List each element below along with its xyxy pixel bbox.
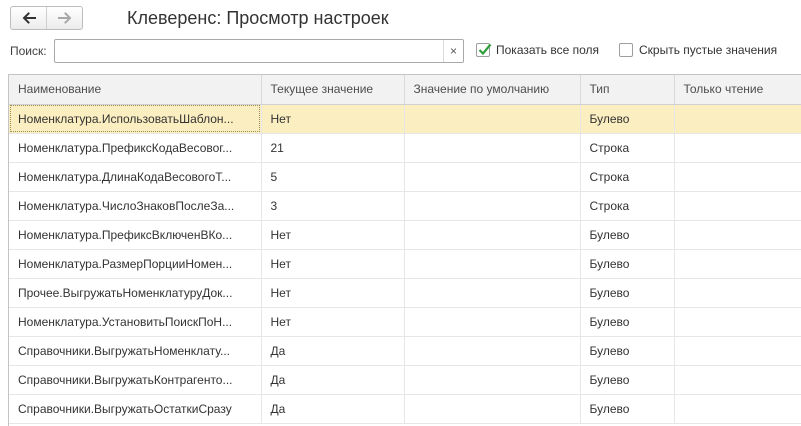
cell-type[interactable]: Булево (580, 336, 675, 366)
cell-name[interactable]: Номенклатура.ПрефиксКодаВесовог... (9, 133, 262, 163)
cell-current-value[interactable]: 5 (261, 162, 405, 192)
cell-current-value[interactable]: Нет (261, 249, 405, 279)
cell-default-value[interactable] (404, 191, 581, 221)
window-title: Клеверенс: Просмотр настроек (127, 8, 389, 28)
table-row[interactable]: Номенклатура.ПрефиксКодаВесовог... 21 Стро… (9, 133, 801, 163)
cell-type[interactable]: Строка (580, 133, 675, 163)
cell-type[interactable]: Строка (580, 162, 675, 192)
cell-default-value[interactable] (404, 336, 581, 366)
cell-current-value[interactable]: Да (261, 394, 405, 424)
cell-name[interactable]: Номенклатура.ПрефиксВключенВКо... (9, 220, 262, 250)
arrow-right-icon (57, 12, 71, 24)
cell-type[interactable]: Булево (580, 220, 675, 250)
checkbox-checked-icon (476, 43, 492, 57)
cell-read-only[interactable] (674, 278, 801, 308)
show-all-fields-checkbox[interactable]: Показать все поля (476, 43, 599, 57)
column-header-default-value[interactable]: Значение по умолчанию (404, 75, 581, 105)
cell-read-only[interactable] (674, 365, 801, 395)
back-button[interactable] (11, 7, 46, 29)
cell-default-value[interactable] (404, 220, 581, 250)
cell-name[interactable]: Номенклатура.РазмерПорцииНомен... (9, 249, 262, 279)
cell-read-only[interactable] (674, 104, 801, 134)
cell-read-only[interactable] (674, 249, 801, 279)
cell-default-value[interactable] (404, 278, 581, 308)
cell-read-only[interactable] (674, 336, 801, 366)
table-row[interactable]: Справочники.ВыгружатьНоменклату... Да Буле… (9, 336, 801, 366)
cell-read-only[interactable] (674, 220, 801, 250)
table-row[interactable]: Номенклатура.ИспользоватьШаблон... Нет Бул… (9, 104, 801, 134)
table-body: Номенклатура.ИспользоватьШаблон... Нет Бул… (9, 104, 801, 424)
cell-read-only[interactable] (674, 394, 801, 424)
cell-read-only[interactable] (674, 307, 801, 337)
cell-name[interactable]: Прочее.ВыгружатьНоменклатуруДок... (9, 278, 262, 308)
cell-type[interactable]: Строка (580, 191, 675, 221)
column-header-name[interactable]: Наименование (9, 75, 262, 105)
table-row[interactable]: Справочники.ВыгружатьОстаткиСразу Да Булев… (9, 394, 801, 424)
table-row[interactable]: Номенклатура.УстановитьПоискПоН... Нет Бул… (9, 307, 801, 337)
table-row[interactable]: Справочники.ВыгружатьКонтрагенто... Да Бул… (9, 365, 801, 395)
cell-name[interactable]: Справочники.ВыгружатьКонтрагенто... (9, 365, 262, 395)
cell-type[interactable]: Булево (580, 249, 675, 279)
cell-current-value[interactable]: 21 (261, 133, 405, 163)
navigation-buttons (10, 6, 83, 30)
cell-type[interactable]: Булево (580, 104, 675, 134)
cell-default-value[interactable] (404, 394, 581, 424)
table-row[interactable]: Номенклатура.ДлинаКодаВесовогоТ... 5 Строк… (9, 162, 801, 192)
cell-type[interactable]: Булево (580, 278, 675, 308)
hide-empty-values-checkbox[interactable]: Скрыть пустые значения (619, 43, 777, 57)
cell-name[interactable]: Номенклатура.ЧислоЗнаковПослеЗа... (9, 191, 262, 221)
table-row[interactable]: Прочее.ВыгружатьНоменклатуруДок... Нет Бул… (9, 278, 801, 308)
cell-read-only[interactable] (674, 191, 801, 221)
forward-button[interactable] (46, 7, 82, 29)
cell-name[interactable]: Номенклатура.ИспользоватьШаблон... (9, 104, 262, 134)
cell-current-value[interactable]: Да (261, 336, 405, 366)
cell-current-value[interactable]: Нет (261, 278, 405, 308)
cell-current-value[interactable]: 3 (261, 191, 405, 221)
cell-current-value[interactable]: Нет (261, 220, 405, 250)
cell-current-value[interactable]: Нет (261, 307, 405, 337)
settings-table: Наименование Текущее значение Значение п… (8, 74, 801, 426)
cell-default-value[interactable] (404, 307, 581, 337)
cell-current-value[interactable]: Нет (261, 104, 405, 134)
cell-name[interactable]: Номенклатура.УстановитьПоискПоН... (9, 307, 262, 337)
cell-type[interactable]: Булево (580, 365, 675, 395)
cell-name[interactable]: Справочники.ВыгружатьНоменклату... (9, 336, 262, 366)
cell-default-value[interactable] (404, 249, 581, 279)
cell-default-value[interactable] (404, 162, 581, 192)
show-all-fields-label: Показать все поля (496, 43, 600, 57)
cell-name[interactable]: Номенклатура.ДлинаКодаВесовогоТ... (9, 162, 262, 192)
arrow-left-icon (22, 12, 36, 24)
clear-search-button[interactable]: × (443, 40, 463, 62)
column-header-type[interactable]: Тип (580, 75, 675, 105)
hide-empty-values-label: Скрыть пустые значения (639, 43, 778, 57)
table-header-row: Наименование Текущее значение Значение п… (9, 75, 801, 105)
table-row[interactable]: Номенклатура.РазмерПорцииНомен... Нет Буле… (9, 249, 801, 279)
search-input[interactable] (55, 40, 443, 62)
cell-type[interactable]: Булево (580, 307, 675, 337)
table-row[interactable]: Номенклатура.ЧислоЗнаковПослеЗа... 3 Строк… (9, 191, 801, 221)
cell-default-value[interactable] (404, 104, 581, 134)
cell-type[interactable]: Булево (580, 394, 675, 424)
cell-read-only[interactable] (674, 162, 801, 192)
table-row[interactable]: Номенклатура.ПрефиксВключенВКо... Нет Буле… (9, 220, 801, 250)
checkbox-unchecked-icon (619, 43, 633, 57)
search-label: Поиск: (10, 44, 47, 58)
cell-current-value[interactable]: Да (261, 365, 405, 395)
search-field: × (54, 39, 464, 63)
cell-default-value[interactable] (404, 133, 581, 163)
column-header-current-value[interactable]: Текущее значение (261, 75, 405, 105)
cell-default-value[interactable] (404, 365, 581, 395)
column-header-read-only[interactable]: Только чтение (674, 75, 801, 105)
cell-name[interactable]: Справочники.ВыгружатьОстаткиСразу (9, 394, 262, 424)
cell-read-only[interactable] (674, 133, 801, 163)
